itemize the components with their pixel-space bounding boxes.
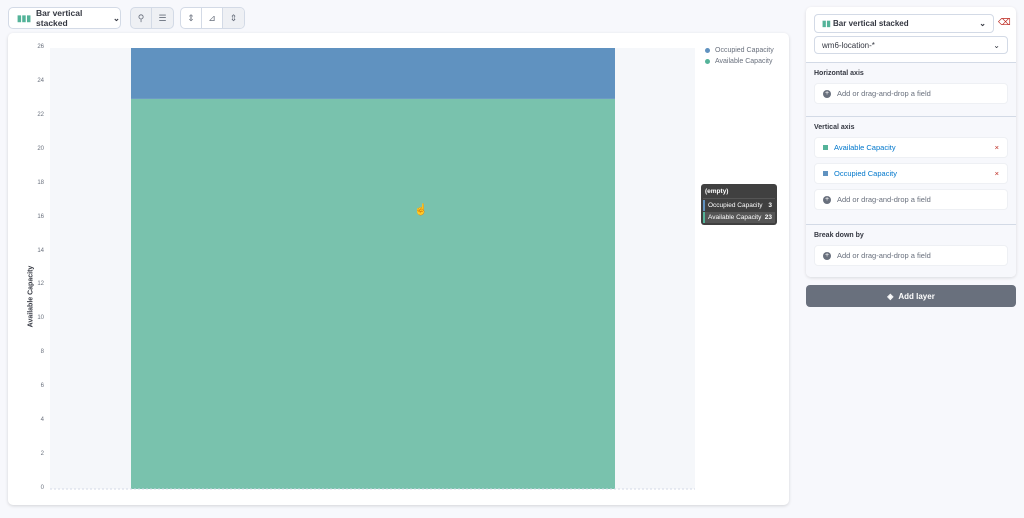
- chevron-down-icon: ⌄: [979, 19, 986, 28]
- close-icon[interactable]: ×: [995, 143, 999, 152]
- chevron-down-icon: ⌄: [993, 40, 1000, 50]
- chart-panel: Available Capacity 0 2 4 6 8 10 12 14 16 18 20 22 24…: [8, 33, 789, 505]
- plus-icon: +: [823, 89, 831, 98]
- legend-settings-group: ⚲ ☰: [130, 7, 174, 29]
- vertical-axis-title: Vertical axis: [814, 124, 855, 131]
- chart-type-switcher[interactable]: ▮▮▮ Bar vertical stacked ⌄: [8, 7, 121, 29]
- remove-layer-icon[interactable]: ⌫: [998, 17, 1011, 28]
- add-horizontal-field[interactable]: + Add or drag-and-drop a field: [814, 83, 1008, 104]
- tooltip: (empty) Occupied Capacity 3 Available Cap…: [701, 184, 777, 225]
- plus-icon: +: [823, 251, 831, 260]
- filter-icon[interactable]: ⚲: [131, 8, 152, 28]
- left-axis-icon[interactable]: ⇕: [181, 8, 202, 28]
- bar-chart-icon: ▮▮▮: [17, 12, 32, 23]
- plus-icon: +: [823, 195, 831, 204]
- breakdown-title: Break down by: [814, 232, 864, 239]
- horizontal-axis-title: Horizontal axis: [814, 70, 864, 77]
- legend: Occupied Capacity Available Capacity: [705, 47, 774, 69]
- legend-item-occupied[interactable]: Occupied Capacity: [705, 47, 774, 54]
- add-vertical-field[interactable]: + Add or drag-and-drop a field: [814, 189, 1008, 210]
- axis-settings-group: ⇕ ⊿ ⇕: [180, 7, 245, 29]
- close-icon[interactable]: ×: [995, 169, 999, 178]
- chevron-down-icon: ⌄: [112, 12, 120, 23]
- layer-panel: ▮▮ Bar vertical stacked ⌄ ⌫ wm6-location-…: [806, 7, 1016, 277]
- field-available-capacity[interactable]: Available Capacity ×: [814, 137, 1008, 158]
- chart-plot[interactable]: ☝: [8, 33, 789, 505]
- bar-available-capacity[interactable]: [131, 98, 615, 489]
- bar-occupied-capacity[interactable]: [131, 48, 615, 99]
- layer-chart-type-select[interactable]: ▮▮ Bar vertical stacked ⌄: [814, 14, 994, 33]
- index-pattern-select[interactable]: wm6-location-* ⌄: [814, 36, 1008, 54]
- bottom-axis-icon[interactable]: ⊿: [202, 8, 223, 28]
- layers-icon: ◈: [887, 291, 894, 301]
- bar-chart-icon: ▮▮: [822, 19, 834, 28]
- list-settings-icon[interactable]: ☰: [152, 8, 173, 28]
- tooltip-row: Occupied Capacity 3: [703, 200, 775, 211]
- field-occupied-capacity[interactable]: Occupied Capacity ×: [814, 163, 1008, 184]
- add-layer-button[interactable]: ◈ Add layer: [806, 285, 1016, 307]
- add-breakdown-field[interactable]: + Add or drag-and-drop a field: [814, 245, 1008, 266]
- tooltip-row: Available Capacity 23: [703, 212, 775, 223]
- right-axis-icon[interactable]: ⇕: [223, 8, 244, 28]
- tooltip-title: (empty): [703, 186, 775, 199]
- cursor-hand-icon: ☝: [414, 202, 428, 216]
- legend-item-available[interactable]: Available Capacity: [705, 58, 774, 65]
